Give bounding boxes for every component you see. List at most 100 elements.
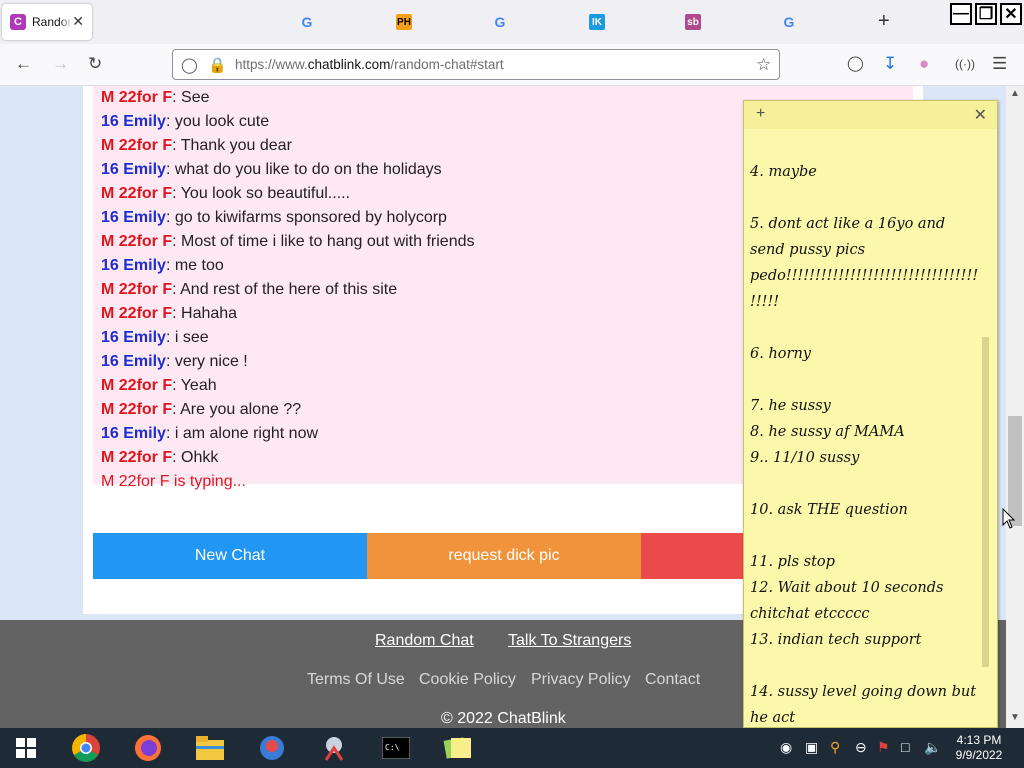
tray-app-icon[interactable]: ▣ (805, 739, 818, 756)
windows-taskbar: C:\ ◉ ▣ ⚲ ⊖ ⚑ □ 🔈 4:13 PM 9/9/2022 (0, 728, 1024, 768)
back-arrow-icon[interactable]: ← (15, 54, 32, 74)
footer-link-cookie[interactable]: Cookie Policy (419, 671, 516, 689)
message-sender: M 22for F (101, 377, 173, 394)
forward-arrow-icon[interactable]: → (52, 54, 69, 74)
bookmark-star-icon[interactable]: ☆ (756, 55, 771, 75)
command-prompt-icon[interactable]: C:\ (380, 732, 412, 764)
footer-link-terms[interactable]: Terms Of Use (307, 671, 405, 689)
address-bar[interactable]: ◯ 🔒 https://www. chatblink.com/random-cha… (172, 49, 780, 80)
footer-link-privacy[interactable]: Privacy Policy (531, 671, 631, 689)
tab-random-chat[interactable]: C Random Chat ✕ (2, 4, 92, 40)
tab-title: Random Chat (32, 15, 72, 29)
google-tab-icon[interactable]: G (781, 14, 797, 30)
sticky-note-text[interactable]: 4. maybe 5. dont act like a 16yo and sen… (750, 159, 980, 731)
sticky-note[interactable]: + ✕ 4. maybe 5. dont act like a 16yo and… (743, 100, 998, 728)
add-note-icon[interactable]: + (756, 105, 765, 123)
message-sender: M 22for F (101, 185, 173, 202)
message-text: : Ohkk (172, 449, 219, 466)
url-path: /random-chat#start (390, 57, 504, 72)
sticky-note-scrollbar[interactable] (982, 337, 989, 667)
message-text: : Most of time i like to hang out with f… (172, 233, 475, 250)
new-tab-plus-icon[interactable]: + (878, 10, 890, 33)
system-clock[interactable]: 4:13 PM 9/9/2022 (944, 733, 1014, 763)
flag-icon[interactable]: ⚑ (877, 739, 890, 756)
message-sender: 16 Emily (101, 113, 166, 130)
message-sender: M 22for F (101, 137, 173, 154)
restore-icon[interactable]: ❐ (975, 3, 997, 25)
message-text: : i see (165, 329, 209, 346)
message-text: : Are you alone ?? (172, 401, 302, 418)
page-scrollbar[interactable]: ▲ ▼ (1006, 86, 1024, 728)
windows-start-icon[interactable] (10, 732, 42, 764)
clock-time: 4:13 PM (956, 733, 1002, 747)
pocket-icon[interactable]: ◯ (847, 54, 864, 72)
scroll-down-icon[interactable]: ▼ (1010, 712, 1020, 723)
message-sender: M 22for F (101, 233, 173, 250)
url-host: chatblink.com (307, 57, 391, 72)
network-icon[interactable]: ◉ (780, 739, 792, 756)
message-sender: M 22for F (101, 401, 173, 418)
message-sender: M 22for F (101, 449, 173, 466)
new-chat-button[interactable]: New Chat (93, 533, 367, 579)
url-prefix: https://www. (235, 57, 308, 72)
request-button[interactable]: request dick pic (367, 533, 641, 579)
extension-icon[interactable]: ((·)) (955, 57, 975, 71)
download-icon[interactable]: ↧ (883, 54, 897, 74)
search-tray-icon[interactable]: ⚲ (830, 739, 840, 756)
chatblink-favicon: C (10, 14, 26, 30)
extension-flag-icon[interactable]: ● (919, 54, 929, 74)
svg-text:C:\: C:\ (385, 743, 400, 752)
close-window-icon[interactable]: ✕ (1000, 3, 1022, 25)
tray-icon[interactable]: ⊖ (855, 739, 867, 756)
shield-icon[interactable]: ◯ (181, 56, 198, 74)
mouse-cursor-icon (1002, 508, 1016, 529)
message-text: : And rest of the here of this site (172, 281, 398, 298)
volume-icon[interactable]: 🔈 (924, 739, 941, 756)
message-text: : Thank you dear (172, 137, 292, 154)
footer-link-random-chat[interactable]: Random Chat (375, 632, 474, 650)
message-text: : See (172, 89, 210, 106)
message-text: : very nice ! (165, 353, 248, 370)
footer-link-contact[interactable]: Contact (645, 671, 700, 689)
message-sender: 16 Emily (101, 257, 166, 274)
tab-bar: C Random Chat ✕ G PH G IK sb G + — ❐ ✕ (0, 0, 1024, 44)
message-text: : go to kiwifarms sponsored by holycorp (165, 209, 447, 226)
clock-date: 9/9/2022 (955, 748, 1003, 762)
file-explorer-icon[interactable] (194, 732, 226, 764)
footer-link-talk-to-strangers[interactable]: Talk To Strangers (508, 632, 631, 650)
message-sender: 16 Emily (101, 425, 166, 442)
chrome-icon[interactable] (70, 732, 102, 764)
navigation-toolbar: ← → ↻ ◯ 🔒 https://www. chatblink.com/rand… (0, 44, 1024, 86)
message-sender: M 22for F (101, 305, 173, 322)
snipping-tool-icon[interactable] (318, 732, 350, 764)
lock-icon[interactable]: 🔒 (208, 56, 227, 74)
message-sender: M 22for F (101, 281, 173, 298)
ph-tab-icon[interactable]: PH (396, 14, 412, 30)
menu-icon[interactable]: ☰ (992, 54, 1007, 74)
message-text: : what do you like to do on the holidays (165, 161, 442, 178)
message-sender: M 22for F (101, 89, 173, 106)
message-text: : Hahaha (172, 305, 238, 322)
message-sender: 16 Emily (101, 329, 166, 346)
google-tab-icon[interactable]: G (492, 14, 508, 30)
copyright: © 2022 ChatBlink (441, 710, 566, 727)
message-text: : me too (165, 257, 224, 274)
paint-app-icon[interactable] (256, 732, 288, 764)
message-sender: 16 Emily (101, 353, 166, 370)
message-sender: 16 Emily (101, 161, 166, 178)
scroll-up-icon[interactable]: ▲ (1010, 88, 1020, 99)
firefox-icon[interactable] (132, 732, 164, 764)
reload-icon[interactable]: ↻ (88, 54, 102, 74)
display-icon[interactable]: □ (901, 739, 909, 755)
sticky-note-header: + ✕ (744, 101, 997, 129)
minimize-icon[interactable]: — (950, 3, 972, 25)
message-text: : You look so beautiful..... (172, 185, 351, 202)
google-tab-icon[interactable]: G (299, 14, 315, 30)
message-text: : you look cute (165, 113, 270, 130)
close-note-icon[interactable]: ✕ (974, 105, 987, 125)
message-text: : Yeah (172, 377, 217, 394)
ik-tab-icon[interactable]: IK (589, 14, 605, 30)
sticky-notes-icon[interactable] (442, 732, 474, 764)
tab-close-icon[interactable]: ✕ (72, 13, 84, 30)
sb-tab-icon[interactable]: sb (685, 14, 701, 30)
